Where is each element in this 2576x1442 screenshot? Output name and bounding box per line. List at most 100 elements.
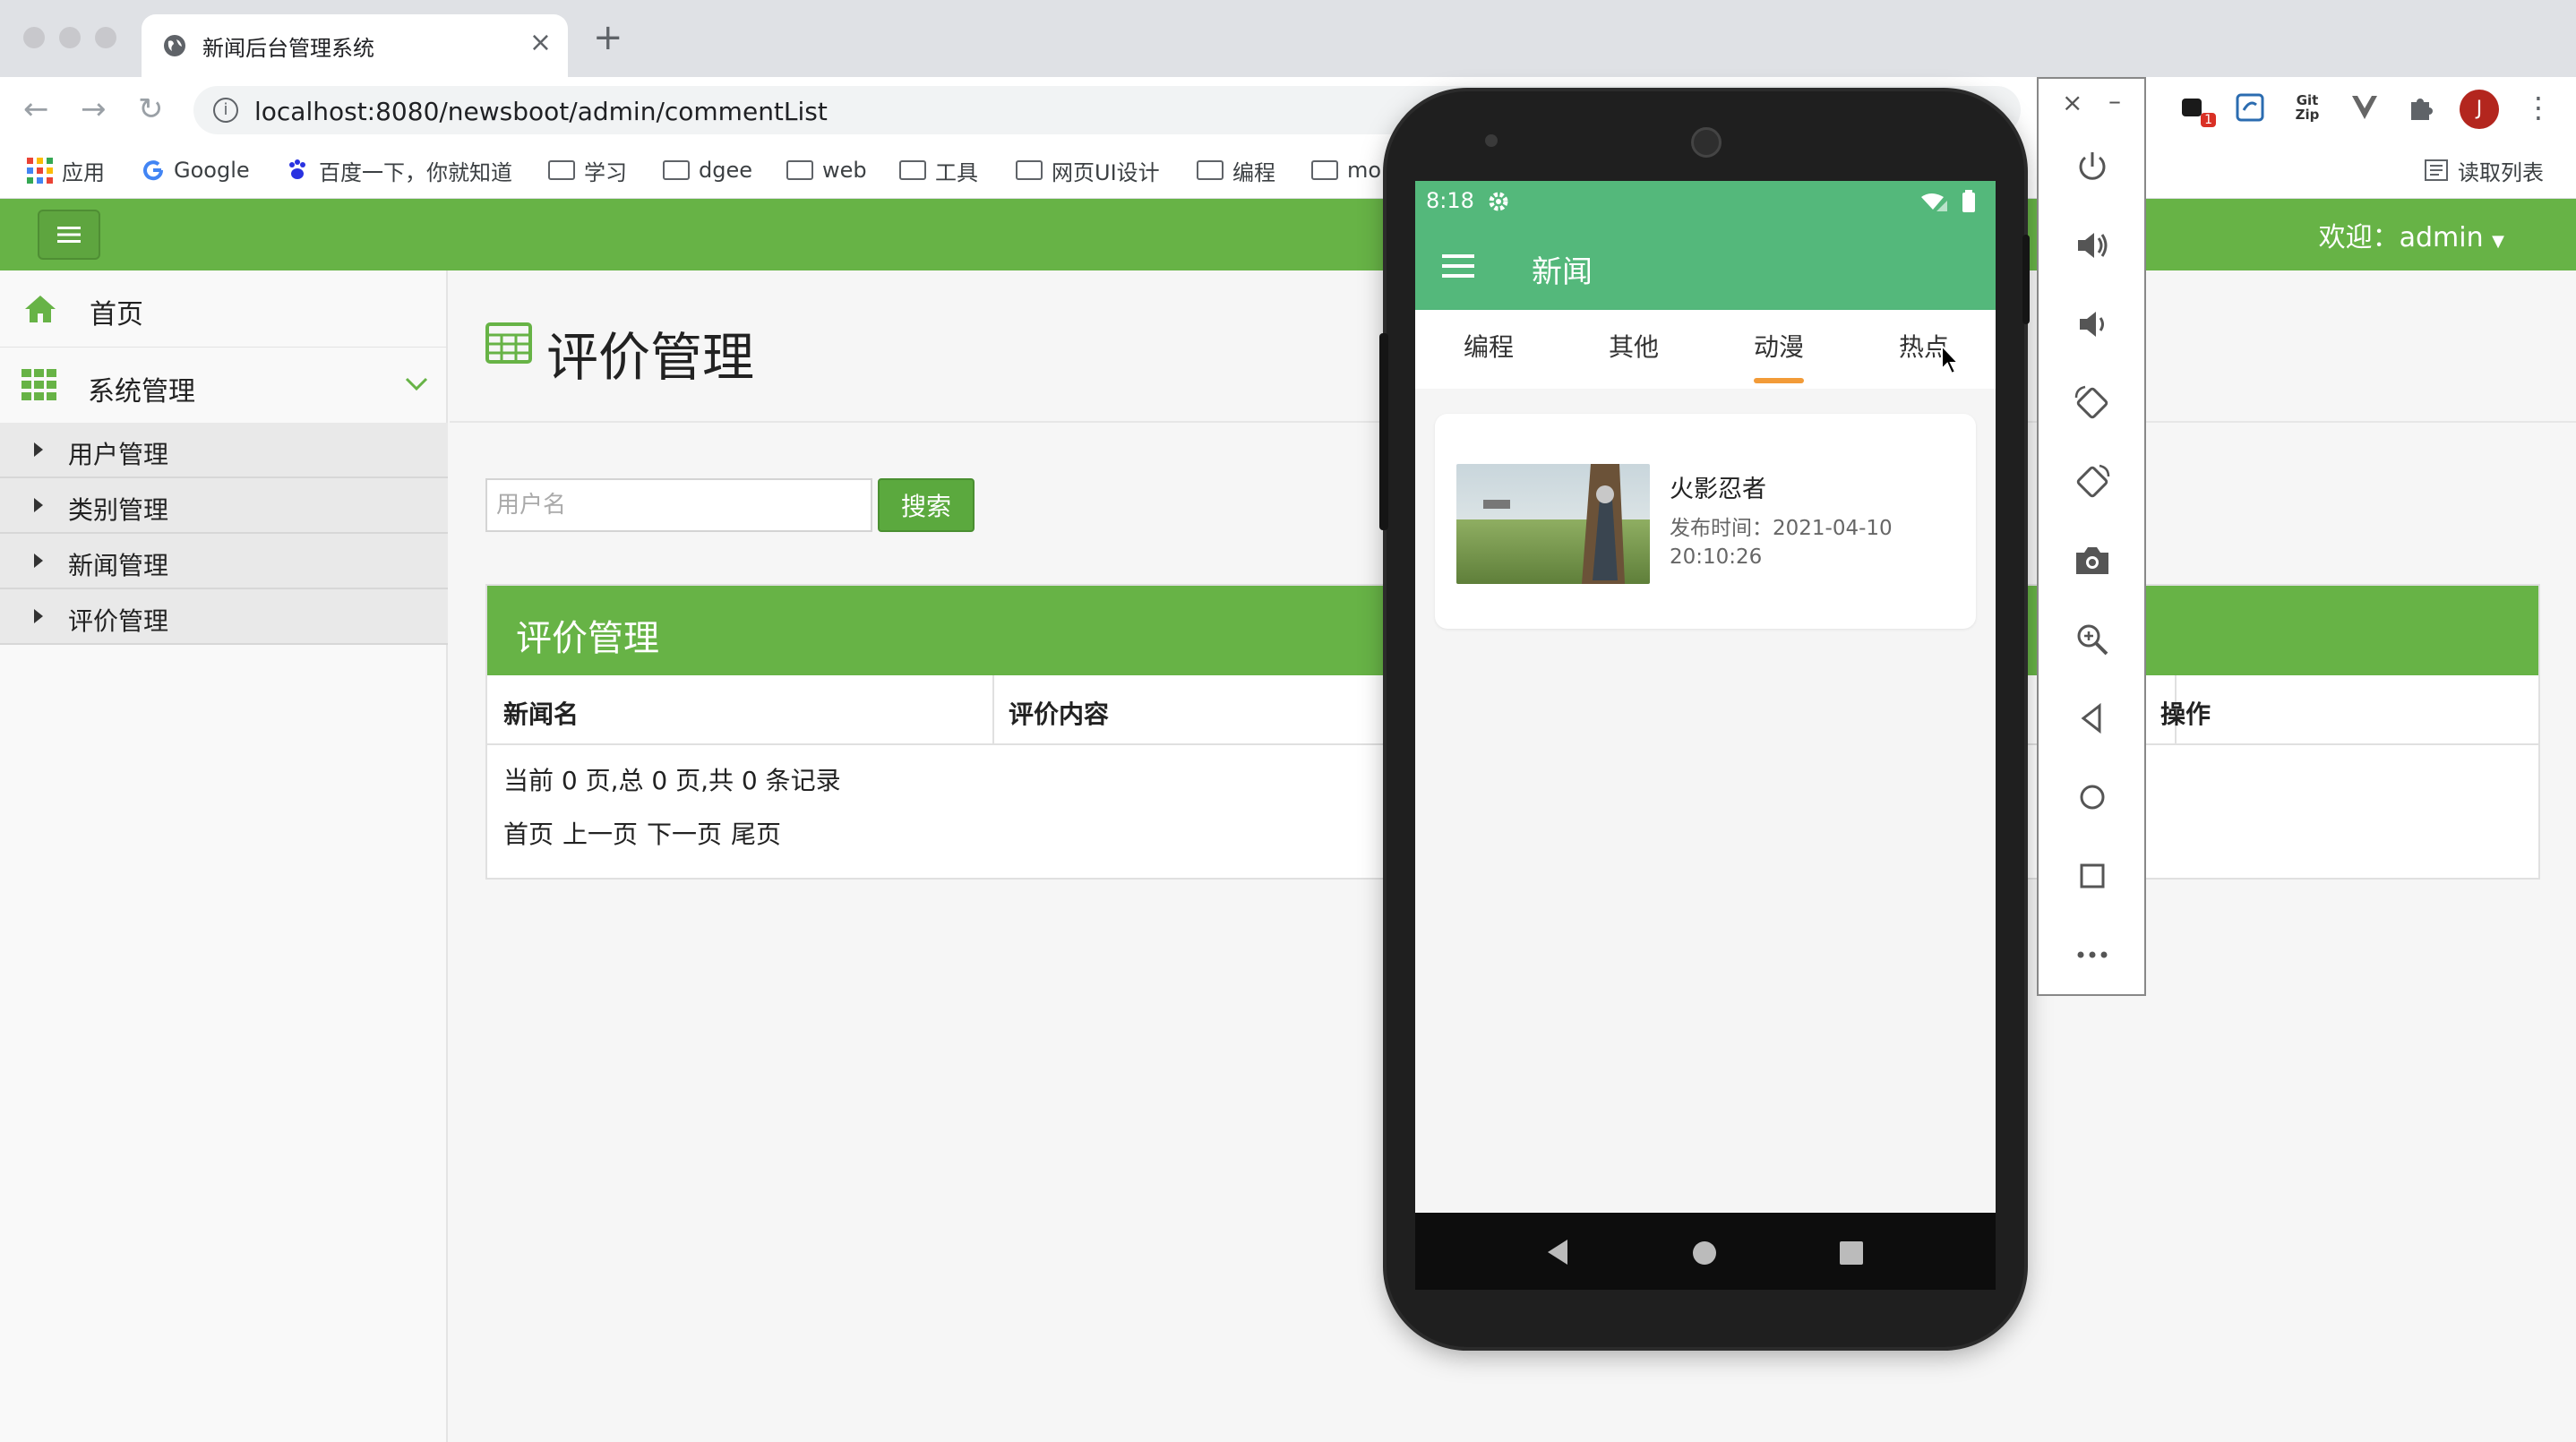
bookmark-google[interactable]: Google <box>142 154 250 186</box>
status-time: 8:18 <box>1426 188 1474 213</box>
next-page-link[interactable]: 下一页 <box>647 815 722 851</box>
forward-arrow-icon[interactable]: → <box>81 91 107 127</box>
back-button[interactable] <box>2069 695 2116 742</box>
bookmark-label: 应用 <box>62 159 105 185</box>
tab-hot[interactable]: 热点 <box>1870 328 1978 364</box>
prev-page-link[interactable]: 上一页 <box>562 815 638 851</box>
browser-tab-active[interactable]: 新闻后台管理系统 × <box>142 14 568 77</box>
sidebar: 首页 系统管理 用户管理 类别管理 新闻管理 评价管理 <box>0 270 448 1442</box>
folder-icon <box>899 160 926 180</box>
nav-back-icon[interactable] <box>1548 1240 1567 1265</box>
table-icon <box>485 322 532 364</box>
column-divider <box>992 675 994 745</box>
bookmark-folder[interactable]: 编程 <box>1197 154 1275 186</box>
reload-icon[interactable]: ↻ <box>138 91 164 127</box>
close-icon[interactable]: × <box>2062 88 2082 117</box>
bookmark-baidu[interactable]: 百度一下，你就知道 <box>285 154 512 186</box>
phone-side-button <box>2022 235 2030 324</box>
folder-icon <box>548 160 575 180</box>
extension-icon[interactable]: 1 <box>2175 90 2216 127</box>
bookmark-apps[interactable]: 应用 <box>27 154 105 186</box>
first-page-link[interactable]: 首页 <box>503 815 554 851</box>
settings-gear-icon <box>1489 192 1508 211</box>
overview-square-icon <box>2080 863 2105 888</box>
sidebar-toggle-button[interactable] <box>38 210 100 260</box>
new-tab-button[interactable]: + <box>593 20 623 56</box>
more-button[interactable] <box>2069 931 2116 978</box>
sidebar-item-categories[interactable]: 类别管理 <box>0 478 448 534</box>
screenshot-button[interactable] <box>2069 537 2116 584</box>
bookmark-folder[interactable]: web <box>786 154 867 186</box>
power-icon <box>2079 152 2106 180</box>
app-bar: 新闻 <box>1415 224 1996 310</box>
globe-icon <box>164 35 185 56</box>
more-dots-icon <box>2077 951 2108 958</box>
puzzle-extensions-icon[interactable] <box>2402 90 2438 125</box>
phone-side-button <box>1379 333 1388 530</box>
search-button[interactable]: 搜索 <box>878 478 975 532</box>
rotate-right-button[interactable] <box>2069 459 2116 505</box>
home-button[interactable] <box>2069 774 2116 820</box>
window-zoom-dot[interactable] <box>95 27 116 48</box>
browser-toolbar: ← → ↻ i localhost:8080/newsboot/admin/co… <box>0 77 2576 142</box>
bookmark-folder[interactable]: dgee <box>663 154 752 186</box>
browser-menu-icon[interactable]: ⋮ <box>2524 90 2553 125</box>
bookmark-folder[interactable]: mo <box>1311 154 1381 186</box>
news-publish-time: 发布时间：2021-04-10 20:10:26 <box>1670 517 1893 569</box>
window-minimize-dot[interactable] <box>59 27 81 48</box>
column-header: 评价内容 <box>1009 700 1110 729</box>
back-arrow-icon[interactable]: ← <box>23 91 49 127</box>
tab-programming[interactable]: 编程 <box>1435 328 1542 364</box>
phone-camera <box>1691 127 1722 158</box>
vue-devtools-icon[interactable] <box>2347 90 2383 125</box>
emulator-controls: × – <box>2037 77 2146 996</box>
profile-avatar[interactable]: J <box>2460 90 2499 129</box>
rotate-left-icon <box>2074 385 2108 419</box>
bookmark-folder[interactable]: 学习 <box>548 154 627 186</box>
sidebar-item-comments[interactable]: 评价管理 <box>0 589 448 645</box>
tab-close-icon[interactable]: × <box>529 27 552 58</box>
site-info-icon[interactable]: i <box>213 98 238 123</box>
google-icon <box>143 160 164 181</box>
username-search-input[interactable] <box>485 478 872 532</box>
bookmark-folder[interactable]: 工具 <box>899 154 978 186</box>
tab-anime[interactable]: 动漫 <box>1725 328 1833 364</box>
sidebar-item-label: 评价管理 <box>68 606 169 636</box>
news-card[interactable]: 火影忍者 发布时间：2021-04-10 20:10:26 <box>1435 414 1976 629</box>
sync-extension-icon[interactable] <box>2232 90 2268 125</box>
zoom-button[interactable] <box>2069 616 2116 663</box>
news-list: 火影忍者 发布时间：2021-04-10 20:10:26 <box>1415 389 1996 1213</box>
window-close-dot[interactable] <box>23 27 45 48</box>
hamburger-icon[interactable] <box>1442 253 1474 279</box>
tab-title: 新闻后台管理系统 <box>202 36 374 61</box>
sidebar-item-home[interactable]: 首页 <box>0 270 448 348</box>
reading-list-icon <box>2425 159 2448 181</box>
baidu-paw-icon <box>289 159 305 179</box>
last-page-link[interactable]: 尾页 <box>731 815 781 851</box>
home-circle-icon <box>2080 785 2105 810</box>
user-menu[interactable]: 欢迎：admin ▼ <box>2319 215 2504 254</box>
address-url[interactable]: localhost:8080/newsboot/admin/commentLis… <box>254 97 828 126</box>
sidebar-item-news[interactable]: 新闻管理 <box>0 534 448 589</box>
overview-button[interactable] <box>2069 853 2116 899</box>
status-bar: 8:18 <box>1415 181 1996 224</box>
reading-list[interactable]: 读取列表 <box>2424 154 2544 186</box>
screen: 新闻后台管理系统 × + ← → ↻ i localhost:8080/news… <box>0 0 2576 1442</box>
tab-other[interactable]: 其他 <box>1580 328 1687 364</box>
column-header: 新闻名 <box>503 700 580 729</box>
volume-down-button[interactable] <box>2069 301 2116 348</box>
sidebar-item-users[interactable]: 用户管理 <box>0 423 448 478</box>
minimize-icon[interactable]: – <box>2108 86 2121 116</box>
bookmark-folder[interactable]: 网页UI设计 <box>1016 154 1160 186</box>
back-triangle-icon <box>2081 702 2101 734</box>
sidebar-item-system[interactable]: 系统管理 <box>0 348 448 423</box>
rotate-left-button[interactable] <box>2069 380 2116 426</box>
rotate-right-icon <box>2076 464 2110 498</box>
nav-home-icon[interactable] <box>1693 1241 1716 1265</box>
power-button[interactable] <box>2069 143 2116 190</box>
gitzip-extension-icon[interactable]: Git Zip <box>2289 90 2325 125</box>
pagination-links: 首页 上一页 下一页 尾页 <box>503 815 781 851</box>
nav-recents-icon[interactable] <box>1840 1241 1863 1265</box>
volume-up-button[interactable] <box>2069 222 2116 269</box>
welcome-text: 欢迎：admin <box>2318 222 2484 253</box>
